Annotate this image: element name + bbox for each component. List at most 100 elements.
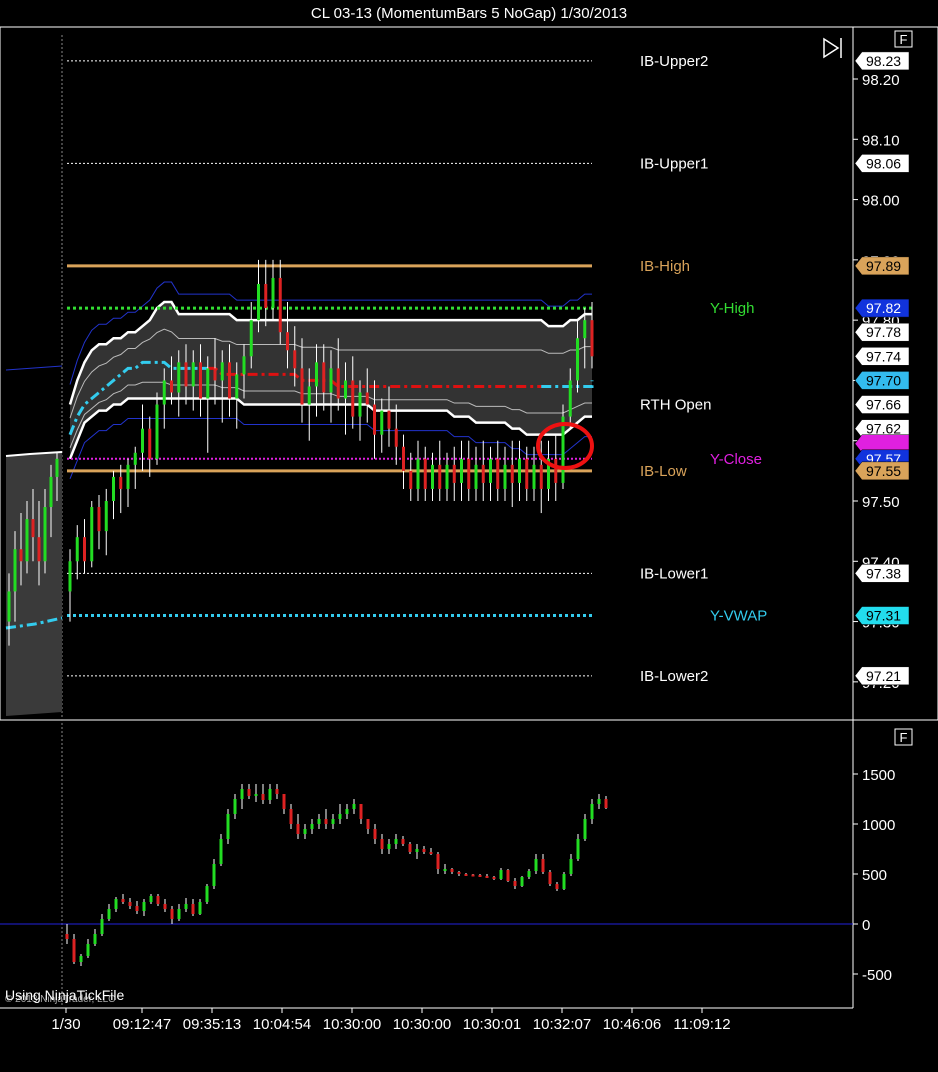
level-label-y-high: Y-High bbox=[710, 300, 754, 317]
price-y-tick-label: 97.50 bbox=[862, 494, 900, 511]
momentum-candle bbox=[457, 872, 461, 874]
price-candle bbox=[474, 464, 478, 489]
chart-canvas[interactable]: IB-Upper2 IB-Upper1 IB-High Y-High RTH Open Y… bbox=[0, 0, 938, 1072]
format-button-lower[interactable]: F bbox=[894, 728, 913, 746]
price-candle bbox=[568, 380, 572, 417]
price-candle bbox=[206, 368, 210, 399]
pre-session-candle bbox=[55, 458, 59, 477]
price-candle bbox=[235, 374, 239, 399]
x-axis-label: 09:35:13 bbox=[183, 1016, 241, 1033]
level-label-y-vwap: Y-VWAP bbox=[710, 608, 767, 625]
price-candle bbox=[496, 458, 500, 489]
pre-session-candle bbox=[25, 519, 29, 562]
price-candle bbox=[162, 380, 166, 405]
price-candle bbox=[358, 392, 362, 417]
price-candle bbox=[525, 458, 529, 489]
price-candle bbox=[293, 350, 297, 369]
momentum-candle bbox=[492, 877, 496, 879]
price-candle bbox=[126, 464, 130, 489]
format-button-upper[interactable]: F bbox=[894, 30, 913, 48]
price-candle bbox=[416, 458, 420, 489]
momentum-candle bbox=[177, 909, 181, 919]
skip-to-end-icon[interactable] bbox=[823, 37, 842, 59]
price-candle bbox=[177, 362, 181, 393]
momentum-candle bbox=[415, 849, 419, 852]
momentum-candle bbox=[590, 804, 594, 819]
price-candle bbox=[373, 404, 376, 435]
momentum-candle bbox=[520, 877, 524, 886]
price-y-tick-label: 98.20 bbox=[862, 72, 900, 89]
price-candle bbox=[431, 464, 434, 489]
momentum-candle bbox=[478, 875, 482, 877]
momentum-candle bbox=[471, 874, 475, 877]
momentum-candle bbox=[100, 919, 104, 934]
price-tag-ib-low: 97.55 bbox=[854, 461, 910, 481]
momentum-candle bbox=[198, 902, 202, 914]
momentum-candle bbox=[569, 859, 573, 874]
momentum-candle bbox=[219, 839, 223, 864]
x-axis-label: 10:32:07 bbox=[533, 1016, 591, 1033]
price-candle bbox=[278, 277, 282, 333]
momentum-candle bbox=[289, 809, 293, 824]
price-candle bbox=[68, 561, 72, 592]
price-tag-ib-high: 97.89 bbox=[854, 256, 910, 276]
momentum-candle bbox=[142, 902, 146, 911]
pre-session-candle bbox=[31, 519, 35, 538]
momentum-candle bbox=[359, 804, 363, 819]
price-candle bbox=[97, 507, 101, 532]
momentum-candle bbox=[436, 854, 440, 869]
momentum-candle bbox=[282, 794, 286, 809]
momentum-candle bbox=[450, 869, 454, 872]
level-label-ib-low: IB-Low bbox=[640, 463, 687, 480]
momentum-candle bbox=[156, 896, 160, 904]
price-candle bbox=[460, 458, 463, 483]
momentum-candle bbox=[128, 902, 132, 906]
price-candle bbox=[249, 320, 253, 357]
pre-session-candle bbox=[37, 537, 41, 562]
momentum-candle bbox=[107, 909, 111, 919]
price-candle bbox=[409, 470, 413, 489]
level-label-ib-upper1: IB-Upper1 bbox=[640, 155, 708, 172]
price-candle bbox=[112, 476, 115, 501]
price-bars-group bbox=[68, 259, 594, 622]
price-tag-ib-lower2: 97.21 bbox=[854, 666, 910, 686]
x-axis-label: 1/30 bbox=[51, 1016, 80, 1033]
price-tag-extra-2: 97.70 bbox=[854, 371, 910, 390]
price-candle bbox=[590, 320, 594, 357]
momentum-candle bbox=[345, 809, 349, 814]
momentum-candle bbox=[191, 904, 195, 914]
price-tag-ib-lower1: 97.38 bbox=[854, 564, 910, 583]
x-axis-label: 10:30:01 bbox=[463, 1016, 521, 1033]
price-candle bbox=[489, 458, 492, 483]
price-tag-extra-2-text: 97.70 bbox=[866, 372, 901, 388]
price-candle bbox=[481, 464, 485, 483]
momentum-candle bbox=[387, 844, 391, 849]
momentum-candle bbox=[212, 864, 216, 886]
price-candle bbox=[315, 362, 318, 387]
price-tag-ib-upper2: 98.23 bbox=[854, 51, 910, 71]
momentum-candle bbox=[352, 804, 356, 809]
price-candle bbox=[119, 476, 123, 489]
momentum-candle bbox=[555, 884, 559, 889]
momentum-candle bbox=[65, 934, 69, 939]
format-button-upper-label: F bbox=[900, 32, 908, 47]
momentum-candle bbox=[562, 874, 566, 889]
price-y-tick-label: 98.10 bbox=[862, 132, 900, 149]
momentum-candle bbox=[527, 871, 531, 877]
pre-session-group bbox=[5, 451, 63, 716]
momentum-y-tick-label: 1500 bbox=[862, 767, 895, 784]
price-candle bbox=[242, 356, 246, 375]
momentum-candle bbox=[226, 814, 230, 839]
price-candle bbox=[452, 464, 456, 483]
price-candle bbox=[576, 338, 579, 381]
momentum-candle bbox=[394, 839, 398, 844]
momentum-candle bbox=[247, 789, 251, 796]
level-label-ib-lower2: IB-Lower2 bbox=[640, 668, 708, 685]
price-candle bbox=[191, 362, 195, 387]
momentum-candle bbox=[373, 829, 377, 839]
momentum-candle bbox=[401, 839, 405, 844]
price-tag-extra-3-text: 97.62 bbox=[866, 421, 901, 437]
price-candle bbox=[438, 464, 442, 489]
momentum-candle bbox=[79, 956, 83, 962]
price-candle bbox=[510, 464, 514, 483]
